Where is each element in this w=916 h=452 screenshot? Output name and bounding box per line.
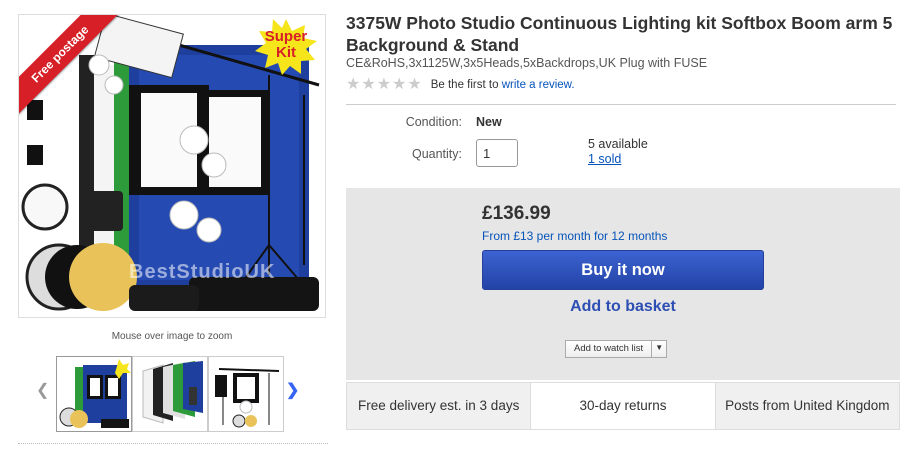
condition-value: New [476, 115, 502, 129]
quantity-label: Quantity: [411, 147, 462, 161]
badge-line-1: Super [264, 28, 308, 45]
add-to-watch-list-button[interactable]: Add to watch list [566, 341, 653, 357]
buy-box: £136.99 From £13 per month for 12 months… [346, 188, 900, 380]
super-kit-badge: Super Kit [253, 19, 319, 75]
finance-offer: From £13 per month for 12 months [482, 229, 668, 243]
rating-stars[interactable]: ★ ★ ★ ★ ★ [346, 77, 423, 93]
thumbnail-3[interactable] [208, 356, 284, 432]
feature-location: Posts from United Kingdom [725, 398, 890, 413]
thumbnail-image [215, 368, 280, 428]
write-review-link[interactable]: write a review. [502, 79, 575, 91]
badge-line-2: Kit [276, 44, 296, 61]
features-bar: Free delivery est. in 3 days 30-day retu… [346, 382, 900, 430]
main-product-image[interactable]: Free postage Super Kit BestStudioUK [18, 14, 326, 318]
star-icon: ★ [376, 76, 392, 93]
thumbnail-strip: ❮ ❯ [36, 356, 306, 434]
thumbnail-image [142, 361, 203, 424]
thumbnail-2[interactable] [132, 356, 208, 432]
item-title: 3375W Photo Studio Continuous Lighting k… [346, 13, 893, 55]
watch-list-control: Add to watch list ▼ [565, 340, 668, 358]
feature-returns: 30-day returns [531, 383, 716, 429]
price: £136.99 [482, 203, 551, 224]
divider [346, 104, 896, 105]
sold-count-link[interactable]: 1 sold [588, 152, 621, 166]
star-icon: ★ [346, 76, 361, 93]
star-icon: ★ [392, 76, 407, 93]
thumbnail-1[interactable] [56, 356, 132, 432]
available-count: 5 available [588, 137, 648, 151]
star-icon: ★ [361, 76, 376, 93]
item-subtitle: CE&RoHS,3x1125W,3x5Heads,5xBackdrops,UK … [346, 56, 708, 70]
buy-it-now-button[interactable]: Buy it now [482, 250, 764, 290]
feature-delivery: Free delivery est. in 3 days [347, 383, 532, 429]
chevron-left-icon[interactable]: ❮ [36, 380, 49, 400]
star-icon: ★ [407, 76, 422, 93]
thumbnail-image [59, 359, 131, 428]
add-to-basket-button[interactable]: Add to basket [482, 298, 764, 316]
rating-prefix: Be the first to [430, 79, 499, 91]
condition-label: Condition: [405, 115, 462, 129]
zoom-hint: Mouse over image to zoom [111, 331, 233, 342]
caret-down-icon[interactable]: ▼ [652, 341, 667, 357]
divider [18, 443, 328, 444]
quantity-input[interactable] [476, 139, 518, 167]
image-watermark: BestStudioUK [129, 261, 276, 283]
rating-row: ★ ★ ★ ★ ★ Be the first to write a review… [346, 77, 575, 93]
chevron-right-icon[interactable]: ❯ [286, 380, 299, 400]
